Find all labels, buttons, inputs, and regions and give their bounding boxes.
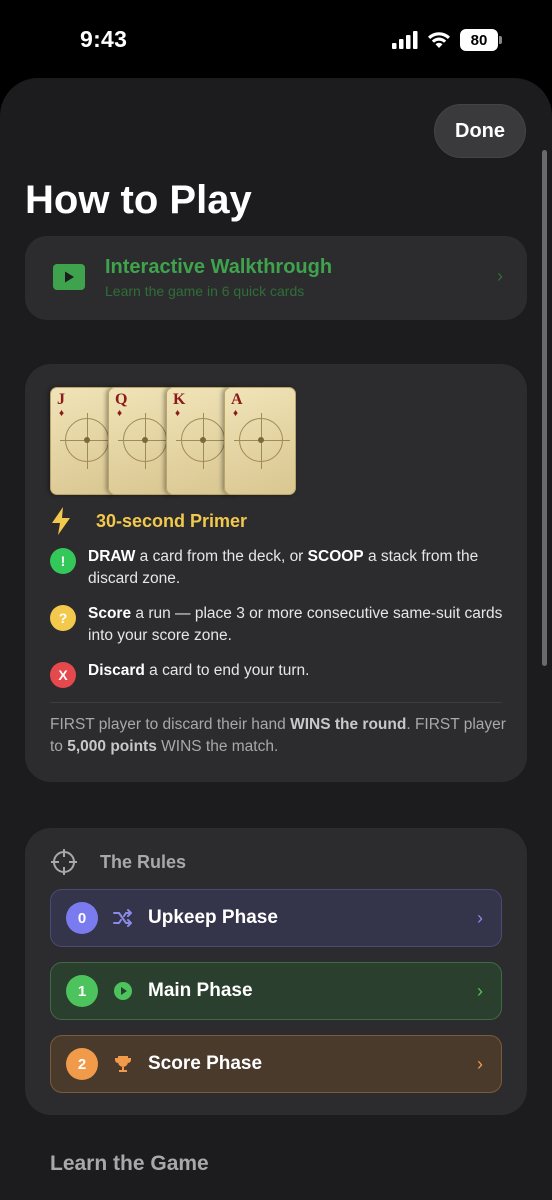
phase-main[interactable]: 1 Main Phase › [50,962,502,1020]
walkthrough-title: Interactive Walkthrough [105,256,333,278]
play-icon [53,264,85,290]
phase-label: Upkeep Phase [148,907,278,928]
page-title: How to Play [25,178,252,222]
chevron-right-icon: › [477,980,483,1001]
walkthrough-subtitle: Learn the game in 6 quick cards [105,283,305,299]
rules-title: The Rules [100,851,187,872]
interactive-walkthrough-row[interactable]: Interactive Walkthrough Learn the game i… [25,236,527,320]
phase-number: 1 [66,975,98,1007]
chevron-right-icon: › [477,1053,483,1074]
phase-label: Score Phase [148,1053,263,1074]
status-icons: 80 [392,29,502,51]
lightning-bolt-icon [52,507,70,535]
phase-number: 0 [66,902,98,934]
chevron-right-icon: › [477,907,483,928]
phase-label: Main Phase [148,980,253,1001]
rule-text: Discard a card to end your turn. [88,662,310,679]
phase-score[interactable]: 2 Score Phase › [50,1035,502,1093]
play-circle-icon [112,980,134,1002]
primer-card: J ♦ Q ♦ K ♦ A ♦ 30-second Primer ! DRAW … [25,364,527,782]
crosshair-icon [51,849,77,875]
rule-score: ? Score a run — place 3 or more consecut… [50,603,508,647]
divider [50,702,502,703]
how-to-play-sheet: Done How to Play Interactive Walkthrough… [0,78,552,1200]
primer-title: 30-second Primer [96,510,248,531]
playing-card-ace: A ♦ [224,387,296,495]
x-badge-icon: X [50,662,76,688]
battery-indicator: 80 [460,29,502,51]
rule-discard: X Discard a card to end your turn. [50,660,508,688]
playing-cards-illustration: J ♦ Q ♦ K ♦ A ♦ [50,387,298,495]
rule-text: DRAW a card from the deck, or SCOOP a st… [88,548,479,587]
rule-draw: ! DRAW a card from the deck, or SCOOP a … [50,546,508,590]
trophy-icon [112,1053,134,1075]
chevron-right-icon: › [497,266,503,286]
status-time: 9:43 [80,26,128,52]
rules-header: The Rules [50,848,186,876]
cellular-signal-icon [392,31,418,49]
scrollbar[interactable] [542,150,547,666]
learn-the-game-heading: Learn the Game [50,1152,209,1175]
rule-text: Score a run — place 3 or more consecutiv… [88,605,503,644]
done-button[interactable]: Done [434,104,526,158]
question-badge-icon: ? [50,605,76,631]
exclamation-badge-icon: ! [50,548,76,574]
status-bar: 9:43 80 [0,0,552,80]
win-conditions: FIRST player to discard their hand WINS … [50,716,506,755]
primer-header: 30-second Primer [50,506,247,536]
wifi-icon [428,32,450,48]
phase-number: 2 [66,1048,98,1080]
shuffle-icon [112,907,134,929]
battery-level: 80 [460,29,498,51]
rules-card: The Rules 0 Upkeep Phase › 1 Main Phase … [25,828,527,1115]
phase-upkeep[interactable]: 0 Upkeep Phase › [50,889,502,947]
